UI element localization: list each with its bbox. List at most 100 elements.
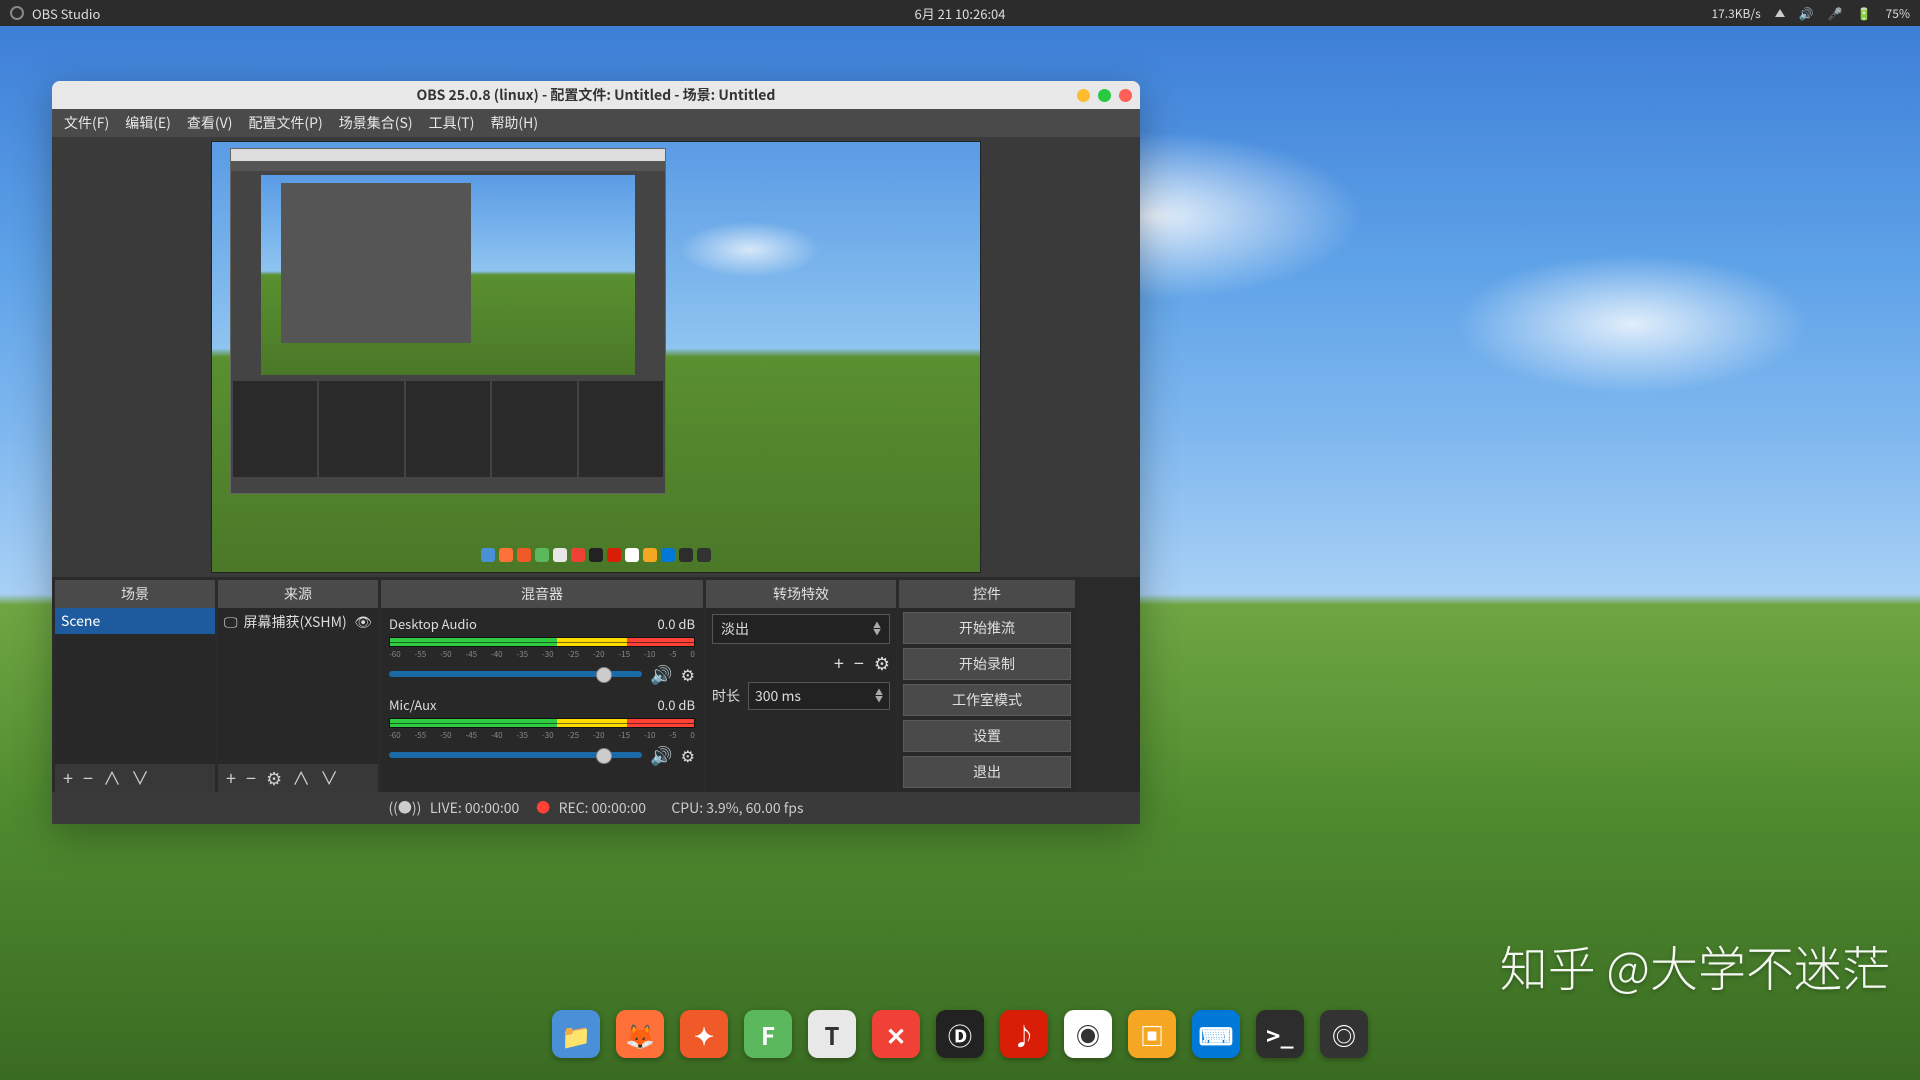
dock-item-files[interactable]: 📁 <box>552 1010 600 1058</box>
volume-slider[interactable] <box>389 671 642 677</box>
source-add-button[interactable]: + <box>226 765 236 791</box>
close-button[interactable] <box>1119 89 1132 102</box>
dock-item-vm[interactable]: ▣ <box>1128 1010 1176 1058</box>
maximize-button[interactable] <box>1098 89 1111 102</box>
mic-icon[interactable]: 🎤 <box>1828 5 1843 22</box>
scene-down-button[interactable]: ∨ <box>131 765 149 791</box>
scenes-panel: 场景 Scene + − ∧ ∨ <box>55 580 215 792</box>
source-settings-button[interactable]: ⚙ <box>266 765 282 791</box>
battery-percent: 75% <box>1886 5 1910 22</box>
menu-file[interactable]: 文件(F) <box>64 113 109 133</box>
source-down-button[interactable]: ∨ <box>320 765 338 791</box>
mixer-panel: 混音器 Desktop Audio0.0 dB -60-55-50-45-40-… <box>381 580 703 792</box>
track-name: Desktop Audio <box>389 614 477 633</box>
dock-item-xmind[interactable]: ✕ <box>872 1010 920 1058</box>
speaker-icon[interactable]: 🔊 <box>650 661 672 687</box>
transition-add-button[interactable]: + <box>834 650 844 676</box>
start-recording-button[interactable]: 开始录制 <box>903 648 1071 680</box>
controls-panel: 控件 开始推流 开始录制 工作室模式 设置 退出 <box>899 580 1075 792</box>
mixer-header: 混音器 <box>381 580 703 608</box>
track-settings-icon[interactable]: ⚙ <box>681 743 695 767</box>
dock-item-app-orange[interactable]: ✦ <box>680 1010 728 1058</box>
visibility-toggle-icon[interactable]: 👁 <box>354 612 372 632</box>
scene-remove-button[interactable]: − <box>83 765 93 791</box>
start-streaming-button[interactable]: 开始推流 <box>903 612 1071 644</box>
dock-item-text[interactable]: T <box>808 1010 856 1058</box>
mixer-track: Desktop Audio0.0 dB -60-55-50-45-40-35-3… <box>381 608 703 689</box>
watermark-text: 知乎 @大学不迷茫 <box>1500 930 1890 1000</box>
app-menu-icon[interactable] <box>10 6 24 20</box>
dock-item-app-green[interactable]: F <box>744 1010 792 1058</box>
duration-input[interactable]: 300 ms ▲▼ <box>748 682 890 710</box>
duration-spinner-icon[interactable]: ▲▼ <box>875 689 883 703</box>
scenes-header: 场景 <box>55 580 215 608</box>
menu-view[interactable]: 查看(V) <box>187 113 233 133</box>
dock-item-netease[interactable]: ♪ <box>1000 1010 1048 1058</box>
dock-item-firefox[interactable]: 🦊 <box>616 1010 664 1058</box>
cpu-status: CPU: 3.9%, 60.00 fps <box>671 798 803 818</box>
sources-header: 来源 <box>218 580 378 608</box>
preview-dock <box>481 548 711 562</box>
dock-item-dev[interactable]: Ⓓ <box>936 1010 984 1058</box>
track-level: 0.0 dB <box>657 695 695 714</box>
clock[interactable]: 6月 21 10:26:04 <box>915 4 1006 23</box>
studio-mode-button[interactable]: 工作室模式 <box>903 684 1071 716</box>
volume-icon[interactable]: 🔊 <box>1799 5 1814 22</box>
transition-select[interactable]: 淡出 ▲▼ <box>712 614 890 644</box>
dock: 📁 🦊 ✦ FT ✕ Ⓓ ♪ ◉ ▣ ⌨ >_ ◎ <box>538 1002 1382 1066</box>
transitions-header: 转场特效 <box>706 580 896 608</box>
controls-header: 控件 <box>899 580 1075 608</box>
transition-settings-button[interactable]: ⚙ <box>874 650 890 676</box>
transition-current: 淡出 <box>721 619 749 639</box>
track-name: Mic/Aux <box>389 695 436 714</box>
dock-item-terminal[interactable]: >_ <box>1256 1010 1304 1058</box>
menu-tools[interactable]: 工具(T) <box>429 113 475 133</box>
scene-up-button[interactable]: ∧ <box>103 765 121 791</box>
minimize-button[interactable] <box>1077 89 1090 102</box>
track-level: 0.0 dB <box>657 614 695 633</box>
preview-canvas[interactable] <box>211 141 981 573</box>
dropdown-spinner-icon[interactable]: ▲▼ <box>873 622 881 636</box>
dock-item-obs[interactable]: ◎ <box>1320 1010 1368 1058</box>
scene-add-button[interactable]: + <box>63 765 73 791</box>
audio-meter <box>389 637 695 647</box>
menu-scene-collection[interactable]: 场景集合(S) <box>339 113 413 133</box>
volume-slider[interactable] <box>389 752 642 758</box>
track-settings-icon[interactable]: ⚙ <box>681 662 695 686</box>
exit-button[interactable]: 退出 <box>903 756 1071 788</box>
record-indicator-icon: ● <box>536 798 550 818</box>
audio-meter <box>389 718 695 728</box>
docks-row: 场景 Scene + − ∧ ∨ 来源 🖵 屏幕捕获(XSHM) 👁 <box>52 577 1140 792</box>
duration-label: 时长 <box>712 686 740 706</box>
network-icon[interactable] <box>1775 9 1785 17</box>
settings-button[interactable]: 设置 <box>903 720 1071 752</box>
menubar: 文件(F) 编辑(E) 查看(V) 配置文件(P) 场景集合(S) 工具(T) … <box>52 109 1140 137</box>
source-item[interactable]: 🖵 屏幕捕获(XSHM) 👁 <box>218 608 378 636</box>
menu-edit[interactable]: 编辑(E) <box>125 113 171 133</box>
window-title: OBS 25.0.8 (linux) - 配置文件: Untitled - 场景… <box>52 85 1140 105</box>
preview-area[interactable] <box>52 137 1140 577</box>
network-speed: 17.3KB/s <box>1711 5 1760 22</box>
obs-window: OBS 25.0.8 (linux) - 配置文件: Untitled - 场景… <box>52 81 1140 824</box>
active-app-name[interactable]: OBS Studio <box>32 4 100 23</box>
window-titlebar[interactable]: OBS 25.0.8 (linux) - 配置文件: Untitled - 场景… <box>52 81 1140 109</box>
monitor-icon: 🖵 <box>224 612 238 632</box>
system-topbar: OBS Studio 6月 21 10:26:04 17.3KB/s 🔊 🎤 🔋… <box>0 0 1920 26</box>
mixer-track: Mic/Aux0.0 dB -60-55-50-45-40-35-30-25-2… <box>381 689 703 770</box>
recursive-preview <box>230 148 666 494</box>
scene-item[interactable]: Scene <box>55 608 215 634</box>
source-label: 屏幕捕获(XSHM) <box>244 612 347 632</box>
speaker-icon[interactable]: 🔊 <box>650 742 672 768</box>
dock-item-vscode[interactable]: ⌨ <box>1192 1010 1240 1058</box>
menu-profile[interactable]: 配置文件(P) <box>248 113 322 133</box>
live-time: LIVE: 00:00:00 <box>430 798 519 818</box>
duration-value: 300 ms <box>755 686 801 706</box>
menu-help[interactable]: 帮助(H) <box>490 113 538 133</box>
source-remove-button[interactable]: − <box>246 765 256 791</box>
transition-remove-button[interactable]: − <box>854 650 864 676</box>
status-bar: ((●)) LIVE: 00:00:00 ● REC: 00:00:00 CPU… <box>52 792 1140 824</box>
battery-icon[interactable]: 🔋 <box>1857 5 1872 22</box>
dock-item-chrome[interactable]: ◉ <box>1064 1010 1112 1058</box>
source-up-button[interactable]: ∧ <box>292 765 310 791</box>
rec-time: REC: 00:00:00 <box>559 798 647 818</box>
